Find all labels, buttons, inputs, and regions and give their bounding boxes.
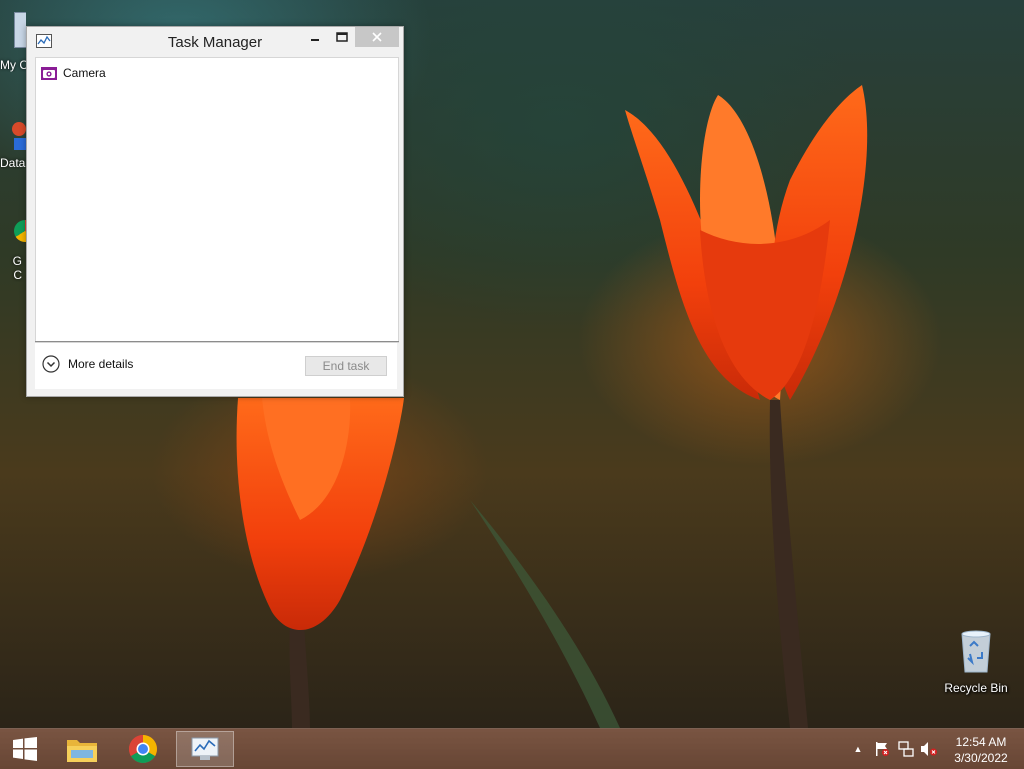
shortcut-arrow-icon xyxy=(14,138,26,150)
title-bar[interactable]: Task Manager xyxy=(27,27,403,55)
minimize-icon xyxy=(311,39,319,41)
taskbar-google-chrome[interactable] xyxy=(115,731,171,767)
maximize-icon xyxy=(336,32,348,42)
volume-button[interactable] xyxy=(919,729,939,769)
start-button[interactable] xyxy=(8,735,42,763)
taskbar-task-manager[interactable] xyxy=(176,731,234,767)
process-name: Camera xyxy=(63,66,106,80)
clock-time: 12:54 AM xyxy=(955,735,1007,749)
flag-icon xyxy=(876,742,889,756)
computer-icon xyxy=(14,12,26,48)
process-list: Camera xyxy=(35,57,399,343)
icon-label: Data xyxy=(0,156,26,170)
end-task-button[interactable]: End task xyxy=(305,356,387,376)
chrome-icon xyxy=(129,735,157,763)
task-manager-window: Task Manager Camera More details End tas… xyxy=(26,26,404,397)
more-details-label: More details xyxy=(68,357,134,371)
recycle-bin-icon xyxy=(961,630,991,673)
action-center-button[interactable] xyxy=(872,729,892,769)
show-hidden-icons-button[interactable]: ▲ xyxy=(850,729,866,769)
desktop-icon-google-chrome[interactable]: G C xyxy=(0,220,26,282)
clock[interactable]: 12:54 AM 3/30/2022 xyxy=(946,734,1016,766)
taskbar: ▲ 12:54 AM 3/30/2022 xyxy=(0,728,1024,769)
app-icon xyxy=(12,122,26,136)
up-arrow-icon: ▲ xyxy=(853,744,863,754)
network-icon xyxy=(898,741,914,757)
desktop-icon-data[interactable]: Data xyxy=(0,122,26,170)
minimize-button[interactable] xyxy=(303,27,327,47)
close-icon xyxy=(372,32,382,42)
desktop-icon-recycle-bin[interactable]: Recycle Bin xyxy=(938,630,1014,695)
windows-logo-icon xyxy=(13,737,37,761)
window-footer: More details End task xyxy=(35,343,397,389)
folder-icon xyxy=(67,740,97,762)
taskbar-file-explorer[interactable] xyxy=(54,731,110,767)
icon-label: G xyxy=(12,254,22,268)
network-button[interactable] xyxy=(896,729,916,769)
maximize-button[interactable] xyxy=(329,27,355,47)
task-manager-icon xyxy=(191,737,219,760)
more-details-button[interactable]: More details xyxy=(42,355,133,373)
camera-icon xyxy=(41,66,57,80)
chrome-icon xyxy=(14,220,26,242)
icon-label: C xyxy=(13,268,22,282)
icon-label: My C xyxy=(0,58,26,72)
chevron-down-icon xyxy=(42,355,60,373)
divider xyxy=(35,341,399,342)
close-button[interactable] xyxy=(355,27,399,47)
clock-date: 3/30/2022 xyxy=(954,751,1008,765)
list-item[interactable]: Camera xyxy=(41,65,106,81)
desktop-icon-my-computer[interactable]: My C xyxy=(0,12,26,72)
recycle-bin-label: Recycle Bin xyxy=(944,681,1008,695)
volume-muted-icon xyxy=(921,742,937,756)
